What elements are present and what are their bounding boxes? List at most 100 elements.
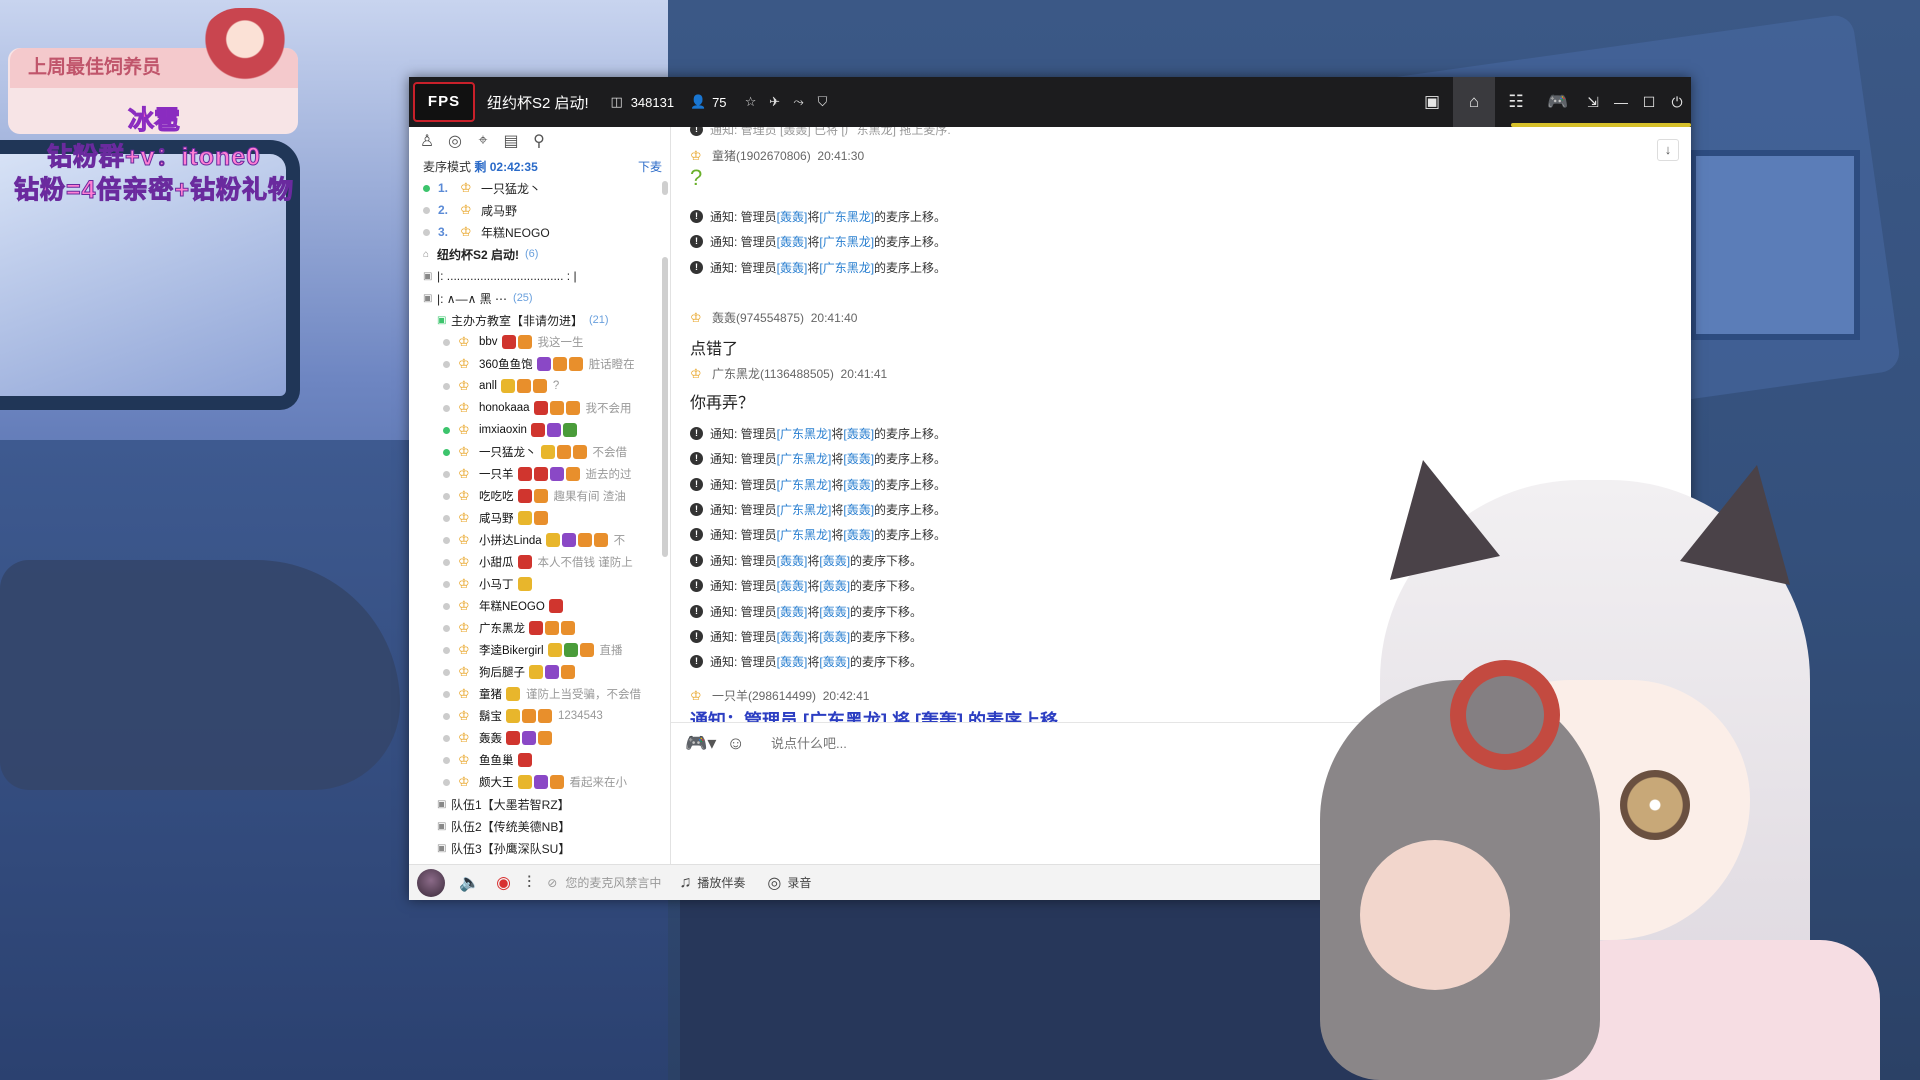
member-row[interactable]: ♔ 小拼达Linda 不 [409,529,670,551]
member-row[interactable]: ♔ anll? [409,375,670,397]
notice-admin[interactable]: [轰轰] [777,233,808,250]
member-row[interactable]: ♔ 一只羊 逝去的过 [409,463,670,485]
notice-admin[interactable]: [广东黑龙] [777,425,832,442]
headset-muted-icon[interactable]: ◉ [496,873,511,893]
member-row[interactable]: ♔ 年糕NEOGO [409,595,670,617]
notice-admin[interactable]: [轰轰] [777,208,808,225]
headset-icon[interactable]: ◎ [445,131,465,151]
message-header: ♔ 广东黑龙(1136488505) 20:41:41 [690,365,887,382]
member-row[interactable]: ♔ 童猪 谨防上当受骗，不会借 [409,683,670,705]
member-name: 360鱼鱼饱 [479,359,533,371]
queue-item[interactable]: 3. ♔ 年糕NEOGO [409,221,670,243]
app-logo[interactable]: FPS [413,82,475,122]
scroll-bottom-button[interactable]: ↓ [1657,139,1679,161]
notice-target[interactable]: [轰轰] [843,476,874,493]
notice-admin[interactable]: [轰轰] [777,577,808,594]
notice-admin[interactable]: [广东黑龙] [777,501,832,518]
member-row[interactable]: ♔ 鱼鱼巢 [409,749,670,771]
member-row[interactable]: ♔ 轰轰 [409,727,670,749]
member-row[interactable]: ♔ 鬍宝 1234543 [409,705,670,727]
notes-icon[interactable]: ▤ [501,131,521,151]
notice-admin[interactable]: [广东黑龙] [777,526,832,543]
queue-item[interactable]: 2. ♔ 咸马野 [409,199,670,221]
notice-admin[interactable]: [轰轰] [777,603,808,620]
notice-target[interactable]: [广东黑龙] [819,259,874,276]
notice-target[interactable]: [轰轰] [819,603,850,620]
message-text: 点错了 [690,341,739,358]
location-icon[interactable]: ⌖ [473,132,493,150]
member-row[interactable]: ♔ 小甜瓜 本人不借钱 谨防上 [409,551,670,573]
notice-target[interactable]: [轰轰] [819,628,850,645]
notice-target[interactable]: [轰轰] [819,552,850,569]
member-row[interactable]: ♔ imxiaoxin [409,419,670,441]
notice-admin[interactable]: [广东黑龙] [777,450,832,467]
chibi-avatar [200,8,290,86]
member-row[interactable]: ♔ 小马丁 [409,573,670,595]
member-row[interactable]: ♔ 一只猛龙丶 不会借 [409,441,670,463]
channel-host[interactable]: ▣ 主办方教室【非请勿进】 (21) [409,309,670,331]
notice-target[interactable]: [轰轰] [819,577,850,594]
notice-target[interactable]: [广东黑龙] [819,233,874,250]
member-row[interactable]: ♔ 狗后腿子 [409,661,670,683]
emoji-icon[interactable]: ☺ [726,733,744,754]
notice-admin[interactable]: [轰轰] [777,259,808,276]
channel-main[interactable]: ⌂ 纽约杯S2 启动! (6) [409,243,670,265]
notice-target[interactable]: [轰轰] [843,501,874,518]
member-icon[interactable]: ♙ [417,131,437,151]
shield-icon[interactable]: ⛉ [813,92,833,112]
queue-item[interactable]: 1. ♔ 一只猛龙丶 [409,177,670,199]
star-icon[interactable]: ☆ [741,92,761,112]
airplane-icon[interactable]: ✈ [765,92,785,112]
crown-icon: ♔ [460,180,472,195]
minimize-button[interactable]: — [1607,77,1635,127]
channel-scrollbar[interactable] [662,257,668,557]
badge-icon [547,643,562,657]
notice-target[interactable]: [轰轰] [819,653,850,670]
speaker-icon[interactable]: 🔈 [459,873,480,893]
member-row[interactable]: ♔ 颇大王 看起来在小 [409,771,670,793]
member-row[interactable]: ♔ 李逵Bikergirl 直播 [409,639,670,661]
notice-admin[interactable]: [广东黑龙] [777,476,832,493]
share-icon[interactable]: ⤳ [789,92,809,112]
avatar[interactable] [417,868,445,897]
notice-icon: ! [690,452,703,466]
message-input[interactable] [771,731,1371,755]
badge-icon [540,445,555,459]
member-row[interactable]: ♔ 咸马野 [409,507,670,529]
home-button[interactable]: ⌂ [1453,77,1495,127]
maximize-button[interactable]: ☐ [1635,77,1663,127]
notice-admin[interactable]: [轰轰] [777,552,808,569]
notice-target[interactable]: [轰轰] [843,450,874,467]
channel-sub[interactable]: ▣ |: ................................... … [409,265,670,287]
queue-scrollbar[interactable] [662,181,668,195]
channel-sub[interactable]: ▣ |: ∧—∧ 黑 ⋯ (25) [409,287,670,309]
member-row[interactable]: ♔ honokaaa 我不会用 [409,397,670,419]
notice-target[interactable]: [轰轰] [843,425,874,442]
notice-target[interactable]: [广东黑龙] [819,208,874,225]
chat-notice: ! 通知: 管理员 [轰轰] 将 [轰轰] 的麦序下移。 [690,653,922,670]
member-row[interactable]: ♔ 广东黑龙 [409,617,670,639]
member-row[interactable]: ♔ bbv 我这一生 [409,331,670,353]
gamepad-icon[interactable]: 🎮▾ [685,733,716,754]
notice-icon: ! [690,629,703,643]
member-row[interactable]: ♔ 吃吃吃 趣果有间 渣油 [409,485,670,507]
member-signature: 逝去的过 [585,469,632,481]
channel-team[interactable]: ▣ 队伍2【传统美德NB】 [409,815,670,837]
power-button[interactable]: ⏻ [1663,77,1691,127]
channel-team[interactable]: ▣ 队伍1【大墨若智RZ】 [409,793,670,815]
video-button[interactable]: ▣ [1411,77,1453,127]
notice-admin[interactable]: [轰轰] [777,653,808,670]
collapse-button[interactable]: ⇲ [1579,77,1607,127]
record-button[interactable]: ◎ 录音 [767,873,811,893]
channel-team[interactable]: ▣ 队伍3【孙鹰深队SU】 [409,837,670,859]
play-accompany-button[interactable]: ♫ 播放伴奏 [679,874,745,892]
equalizer-icon[interactable]: ⫶ [527,873,531,893]
member-row[interactable]: ♔ 360鱼鱼饱 脏话瞪在 [409,353,670,375]
list-button[interactable]: ☷ [1495,77,1537,127]
leave-mic-button[interactable]: 下麦 [638,158,662,175]
game-button[interactable]: 🎮 [1537,77,1579,127]
search-icon[interactable]: ⚲ [529,131,549,151]
badge-icon [556,445,571,459]
notice-admin[interactable]: [轰轰] [777,628,808,645]
notice-target[interactable]: [轰轰] [843,526,874,543]
